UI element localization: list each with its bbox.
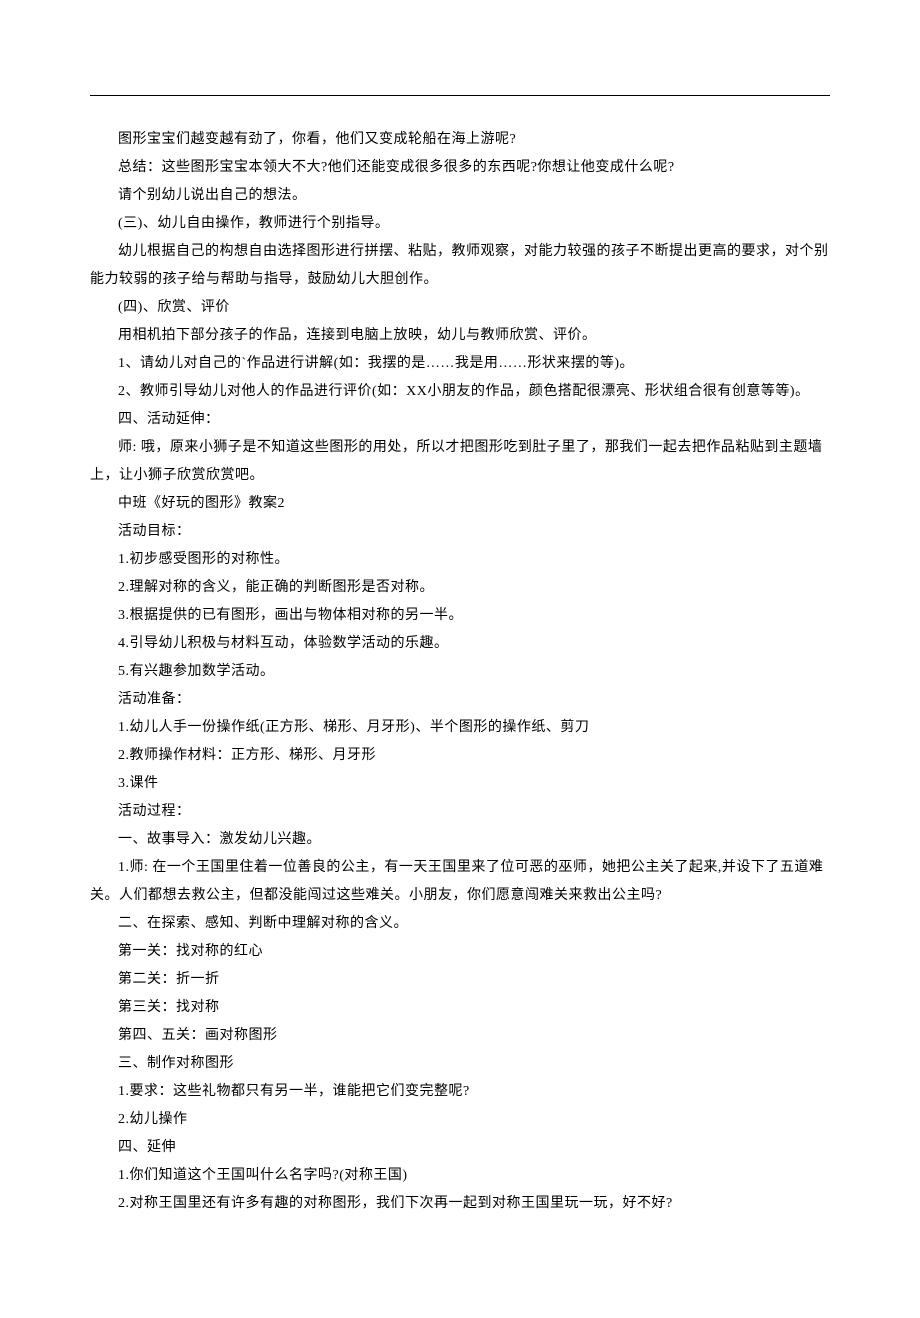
- paragraph: 2、教师引导幼儿对他人的作品进行评价(如：XX小朋友的作品，颜色搭配很漂亮、形状…: [90, 378, 830, 406]
- paragraph: 三、制作对称图形: [90, 1050, 830, 1078]
- paragraph: 2.教师操作材料：正方形、梯形、月牙形: [90, 742, 830, 770]
- paragraph: 师: 哦，原来小狮子是不知道这些图形的用处，所以才把图形吃到肚子里了，那我们一起…: [90, 434, 830, 490]
- document-body: 图形宝宝们越变越有劲了，你看，他们又变成轮船在海上游呢? 总结：这些图形宝宝本领…: [90, 126, 830, 1218]
- paragraph: 1.你们知道这个王国叫什么名字吗?(对称王国): [90, 1162, 830, 1190]
- paragraph: 四、延伸: [90, 1134, 830, 1162]
- paragraph: 第四、五关：画对称图形: [90, 1022, 830, 1050]
- paragraph: 5.有兴趣参加数学活动。: [90, 658, 830, 686]
- paragraph: (三)、幼儿自由操作，教师进行个别指导。: [90, 210, 830, 238]
- paragraph: 幼儿根据自己的构想自由选择图形进行拼摆、粘贴，教师观察，对能力较强的孩子不断提出…: [90, 238, 830, 294]
- paragraph: 用相机拍下部分孩子的作品，连接到电脑上放映，幼儿与教师欣赏、评价。: [90, 322, 830, 350]
- paragraph: 总结：这些图形宝宝本领大不大?他们还能变成很多很多的东西呢?你想让他变成什么呢?: [90, 154, 830, 182]
- paragraph: 4.引导幼儿积极与材料互动，体验数学活动的乐趣。: [90, 630, 830, 658]
- paragraph: 1.初步感受图形的对称性。: [90, 546, 830, 574]
- paragraph: 活动目标：: [90, 518, 830, 546]
- paragraph: 活动过程：: [90, 798, 830, 826]
- paragraph: 1、请幼儿对自己的`作品进行讲解(如：我摆的是……我是用……形状来摆的等)。: [90, 350, 830, 378]
- paragraph: 3.根据提供的已有图形，画出与物体相对称的另一半。: [90, 602, 830, 630]
- paragraph: 1.要求：这些礼物都只有另一半，谁能把它们变完整呢?: [90, 1078, 830, 1106]
- paragraph: 1.师: 在一个王国里住着一位善良的公主，有一天王国里来了位可恶的巫师，她把公主…: [90, 854, 830, 910]
- paragraph: 2.理解对称的含义，能正确的判断图形是否对称。: [90, 574, 830, 602]
- paragraph: 第一关：找对称的红心: [90, 938, 830, 966]
- paragraph: 第二关：折一折: [90, 966, 830, 994]
- paragraph: 1.幼儿人手一份操作纸(正方形、梯形、月牙形)、半个图形的操作纸、剪刀: [90, 714, 830, 742]
- paragraph: 图形宝宝们越变越有劲了，你看，他们又变成轮船在海上游呢?: [90, 126, 830, 154]
- paragraph: 四、活动延伸：: [90, 406, 830, 434]
- paragraph: 3.课件: [90, 770, 830, 798]
- paragraph: 活动准备：: [90, 686, 830, 714]
- document-page: 图形宝宝们越变越有劲了，你看，他们又变成轮船在海上游呢? 总结：这些图形宝宝本领…: [0, 0, 920, 1318]
- paragraph: 请个别幼儿说出自己的想法。: [90, 182, 830, 210]
- paragraph: 第三关：找对称: [90, 994, 830, 1022]
- paragraph: 二、在探索、感知、判断中理解对称的含义。: [90, 910, 830, 938]
- paragraph: 2.幼儿操作: [90, 1106, 830, 1134]
- paragraph: 一、故事导入：激发幼儿兴趣。: [90, 826, 830, 854]
- paragraph: 中班《好玩的图形》教案2: [90, 490, 830, 518]
- paragraph: (四)、欣赏、评价: [90, 294, 830, 322]
- horizontal-rule: [90, 95, 830, 96]
- paragraph: 2.对称王国里还有许多有趣的对称图形，我们下次再一起到对称王国里玩一玩，好不好?: [90, 1190, 830, 1218]
